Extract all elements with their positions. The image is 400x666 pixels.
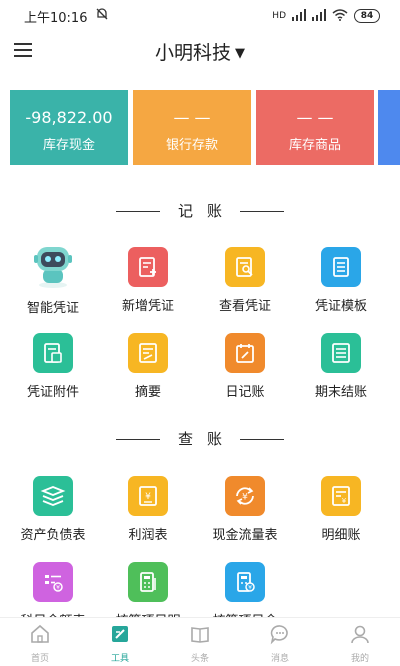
app-header: 小明科技 ▼	[0, 32, 400, 72]
caret-down-icon: ▼	[235, 46, 245, 61]
tool-view-voucher[interactable]: 查看凭证	[199, 247, 291, 314]
summary-icon	[128, 333, 168, 373]
attachment-icon	[33, 333, 73, 373]
company-name: 小明科技	[154, 42, 231, 64]
tool-voucher-attachment[interactable]: 凭证附件	[7, 333, 99, 400]
network-type: HD	[272, 11, 286, 21]
news-icon	[189, 627, 211, 649]
tool-ledger-detail[interactable]: ¥ 明细账	[295, 476, 387, 543]
accounting-item-detail-icon	[128, 562, 168, 602]
message-icon	[269, 625, 291, 649]
card-value: -98,822.00	[25, 108, 113, 127]
tool-period-close[interactable]: 期末结账	[295, 333, 387, 400]
income-statement-icon: ¥	[128, 476, 168, 516]
company-selector[interactable]: 小明科技 ▼	[0, 38, 400, 65]
tool-label: 智能凭证	[26, 301, 79, 316]
card-inventory[interactable]: — — 库存商品	[256, 90, 374, 165]
voucher-template-icon	[321, 247, 361, 287]
mute-bell-icon	[95, 7, 109, 25]
card-cash[interactable]: -98,822.00 库存现金	[10, 90, 128, 165]
tool-journal[interactable]: 日记账	[199, 333, 291, 400]
tool-label: 现金流量表	[212, 528, 278, 543]
card-value: — —	[296, 108, 334, 127]
tool-label: 凭证附件	[26, 385, 79, 400]
tool-label: 资产负债表	[20, 528, 86, 543]
bottom-tab-bar: 首页 工具 头条 消息 我的	[0, 617, 400, 666]
tool-summary[interactable]: 摘要	[102, 333, 194, 400]
tab-messages[interactable]: 消息	[240, 618, 320, 666]
wifi-icon	[332, 8, 348, 24]
tab-label: 头条	[190, 654, 209, 664]
svg-text:¥: ¥	[56, 585, 60, 592]
section-title-bookkeeping: 记账	[0, 200, 400, 221]
tool-cash-flow[interactable]: ¥ 现金流量表	[199, 476, 291, 543]
card-label: 库存商品	[288, 138, 341, 153]
card-bank[interactable]: — — 银行存款	[133, 90, 251, 165]
accounting-item-balance-icon: ¥	[225, 562, 265, 602]
tab-tools[interactable]: 工具	[80, 618, 160, 666]
tool-smart-voucher[interactable]: 智能凭证	[7, 247, 99, 316]
svg-text:¥: ¥	[242, 493, 248, 503]
tool-label: 查看凭证	[218, 299, 271, 314]
tool-label: 新增凭证	[121, 299, 174, 314]
tab-profile[interactable]: 我的	[320, 618, 400, 666]
svg-text:¥: ¥	[342, 497, 347, 505]
home-icon	[29, 624, 51, 649]
tool-income-statement[interactable]: ¥ 利润表	[102, 476, 194, 543]
tab-home[interactable]: 首页	[0, 618, 80, 666]
tool-label: 凭证模板	[314, 299, 367, 314]
balance-sheet-icon	[33, 476, 73, 516]
tab-news[interactable]: 头条	[160, 618, 240, 666]
signal-icon-2	[312, 8, 326, 24]
card-label: 库存现金	[42, 138, 95, 153]
card-next-partial[interactable]	[378, 90, 400, 165]
card-value: — —	[173, 108, 211, 127]
tab-label: 首页	[30, 654, 49, 664]
tool-label: 利润表	[128, 528, 168, 543]
summary-cards: -98,822.00 库存现金 — — 银行存款 — — 库存商品	[10, 90, 400, 166]
period-close-icon	[321, 333, 361, 373]
tool-label: 日记账	[225, 385, 265, 400]
journal-icon	[225, 333, 265, 373]
view-voucher-icon	[225, 247, 265, 287]
tool-label: 摘要	[134, 385, 161, 400]
svg-text:¥: ¥	[145, 492, 151, 502]
account-balance-icon: ¥	[33, 562, 73, 602]
tool-add-voucher[interactable]: 新增凭证	[102, 247, 194, 314]
status-bar: 上午10:16 HD 84	[0, 0, 400, 32]
section-title-query: 查账	[0, 428, 400, 449]
tool-voucher-template[interactable]: 凭证模板	[295, 247, 387, 314]
tab-label: 工具	[110, 654, 129, 664]
battery-indicator: 84	[354, 9, 380, 23]
cash-flow-icon: ¥	[225, 476, 265, 516]
tab-label: 我的	[350, 654, 369, 664]
tools-icon	[109, 626, 131, 649]
add-voucher-icon	[128, 247, 168, 287]
tool-label: 期末结账	[314, 385, 367, 400]
signal-icon	[292, 8, 306, 24]
robot-icon	[30, 243, 76, 289]
status-time: 上午10:16	[24, 10, 88, 26]
card-label: 银行存款	[165, 138, 218, 153]
svg-text:¥: ¥	[248, 585, 252, 592]
tool-label: 明细账	[321, 528, 361, 543]
profile-icon	[349, 625, 371, 649]
tab-label: 消息	[270, 654, 289, 664]
ledger-detail-icon: ¥	[321, 476, 361, 516]
tool-balance-sheet[interactable]: 资产负债表	[7, 476, 99, 543]
